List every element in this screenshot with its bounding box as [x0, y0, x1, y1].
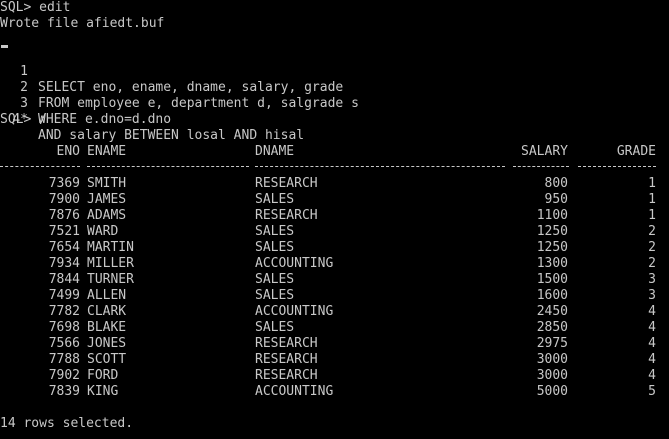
cell-salary: 950 [544, 192, 568, 207]
wrote-file-message: Wrote file afiedt.buf [0, 16, 165, 31]
cell-grade: 5 [648, 384, 656, 399]
cell-eno: 7900 [48, 192, 80, 207]
cell-grade: 4 [648, 352, 656, 367]
cell-eno: 7499 [48, 288, 80, 303]
column-header-eno: ENO [56, 144, 80, 159]
cell-grade: 1 [648, 208, 656, 223]
cell-salary: 1500 [536, 272, 568, 287]
cell-grade: 4 [648, 368, 656, 383]
cell-dname: ACCOUNTING [255, 384, 334, 399]
cell-salary: 2850 [536, 320, 568, 335]
cell-ename: ALLEN [87, 288, 127, 303]
cell-eno: 7698 [48, 320, 80, 335]
sqlplus-console[interactable]: SQL> edit Wrote file afiedt.buf 1 SELECT… [0, 0, 669, 439]
cell-grade: 1 [648, 176, 656, 191]
cell-grade: 3 [648, 272, 656, 287]
header-underline [87, 166, 249, 168]
cell-eno: 7844 [48, 272, 80, 287]
cell-grade: 4 [648, 336, 656, 351]
cell-ename: KING [87, 384, 119, 399]
cell-salary: 1300 [536, 256, 568, 271]
header-underline [513, 166, 569, 168]
cell-eno: 7934 [48, 256, 80, 271]
cell-ename: ADAMS [87, 208, 127, 223]
cell-salary: 1100 [536, 208, 568, 223]
cell-dname: RESEARCH [255, 208, 318, 223]
cell-salary: 800 [544, 176, 568, 191]
column-header-dname: DNAME [255, 144, 295, 159]
cell-salary: 2450 [536, 304, 568, 319]
cell-grade: 3 [648, 288, 656, 303]
cell-ename: TURNER [87, 272, 134, 287]
run-command-line: SQL> / [0, 112, 47, 127]
cell-grade: 2 [648, 240, 656, 255]
cell-eno: 7654 [48, 240, 80, 255]
sql-line-text: WHERE e.dno=d.dno [38, 112, 172, 127]
cell-dname: SALES [255, 192, 295, 207]
edit-command-line: SQL> edit [0, 0, 71, 15]
cell-ename: JAMES [87, 192, 127, 207]
cell-eno: 7876 [48, 208, 80, 223]
cell-salary: 1250 [536, 224, 568, 239]
cell-ename: WARD [87, 224, 119, 239]
cell-eno: 7788 [48, 352, 80, 367]
cell-salary: 5000 [536, 384, 568, 399]
column-header-salary: SALARY [521, 144, 568, 159]
cell-dname: ACCOUNTING [255, 256, 334, 271]
cell-dname: ACCOUNTING [255, 304, 334, 319]
cell-ename: SCOTT [87, 352, 127, 367]
sql-line-1: 1 SELECT eno, ename, dname, salary, grad… [0, 48, 669, 95]
cell-grade: 4 [648, 320, 656, 335]
cell-dname: RESEARCH [255, 368, 318, 383]
cell-dname: SALES [255, 224, 295, 239]
cell-ename: JONES [87, 336, 127, 351]
cell-grade: 2 [648, 224, 656, 239]
cell-eno: 7369 [48, 176, 80, 191]
header-underline [578, 166, 656, 168]
sql-line-2: 2 FROM employee e, department d, salgrad… [0, 64, 669, 111]
sql-line-3: 3 WHERE e.dno=d.dno [0, 80, 669, 127]
cell-eno: 7782 [48, 304, 80, 319]
cell-dname: SALES [255, 240, 295, 255]
cell-grade: 4 [648, 304, 656, 319]
cell-eno: 7521 [48, 224, 80, 239]
cell-dname: RESEARCH [255, 176, 318, 191]
cell-salary: 3000 [536, 368, 568, 383]
cell-ename: SMITH [87, 176, 127, 191]
cell-eno: 7566 [48, 336, 80, 351]
header-underline [255, 166, 505, 168]
cell-dname: RESEARCH [255, 352, 318, 367]
cell-dname: SALES [255, 272, 295, 287]
sql-line-4: 4* AND salary BETWEEN losal AND hisal [0, 96, 669, 143]
cell-ename: FORD [87, 368, 119, 383]
cell-ename: MARTIN [87, 240, 134, 255]
cell-salary: 1600 [536, 288, 568, 303]
header-underline [0, 166, 80, 168]
cell-salary: 3000 [536, 352, 568, 367]
cell-dname: RESEARCH [255, 336, 318, 351]
cell-eno: 7902 [48, 368, 80, 383]
cell-grade: 2 [648, 256, 656, 271]
cell-salary: 2975 [536, 336, 568, 351]
cell-grade: 1 [648, 192, 656, 207]
rows-selected-message: 14 rows selected. [0, 416, 134, 431]
cell-salary: 1250 [536, 240, 568, 255]
sql-line-text: AND salary BETWEEN losal AND hisal [38, 128, 305, 143]
cell-ename: BLAKE [87, 320, 127, 335]
cell-ename: MILLER [87, 256, 134, 271]
cell-dname: SALES [255, 320, 295, 335]
column-header-ename: ENAME [87, 144, 127, 159]
cell-ename: CLARK [87, 304, 127, 319]
cell-eno: 7839 [48, 384, 80, 399]
cell-dname: SALES [255, 288, 295, 303]
column-header-grade: GRADE [616, 144, 656, 159]
